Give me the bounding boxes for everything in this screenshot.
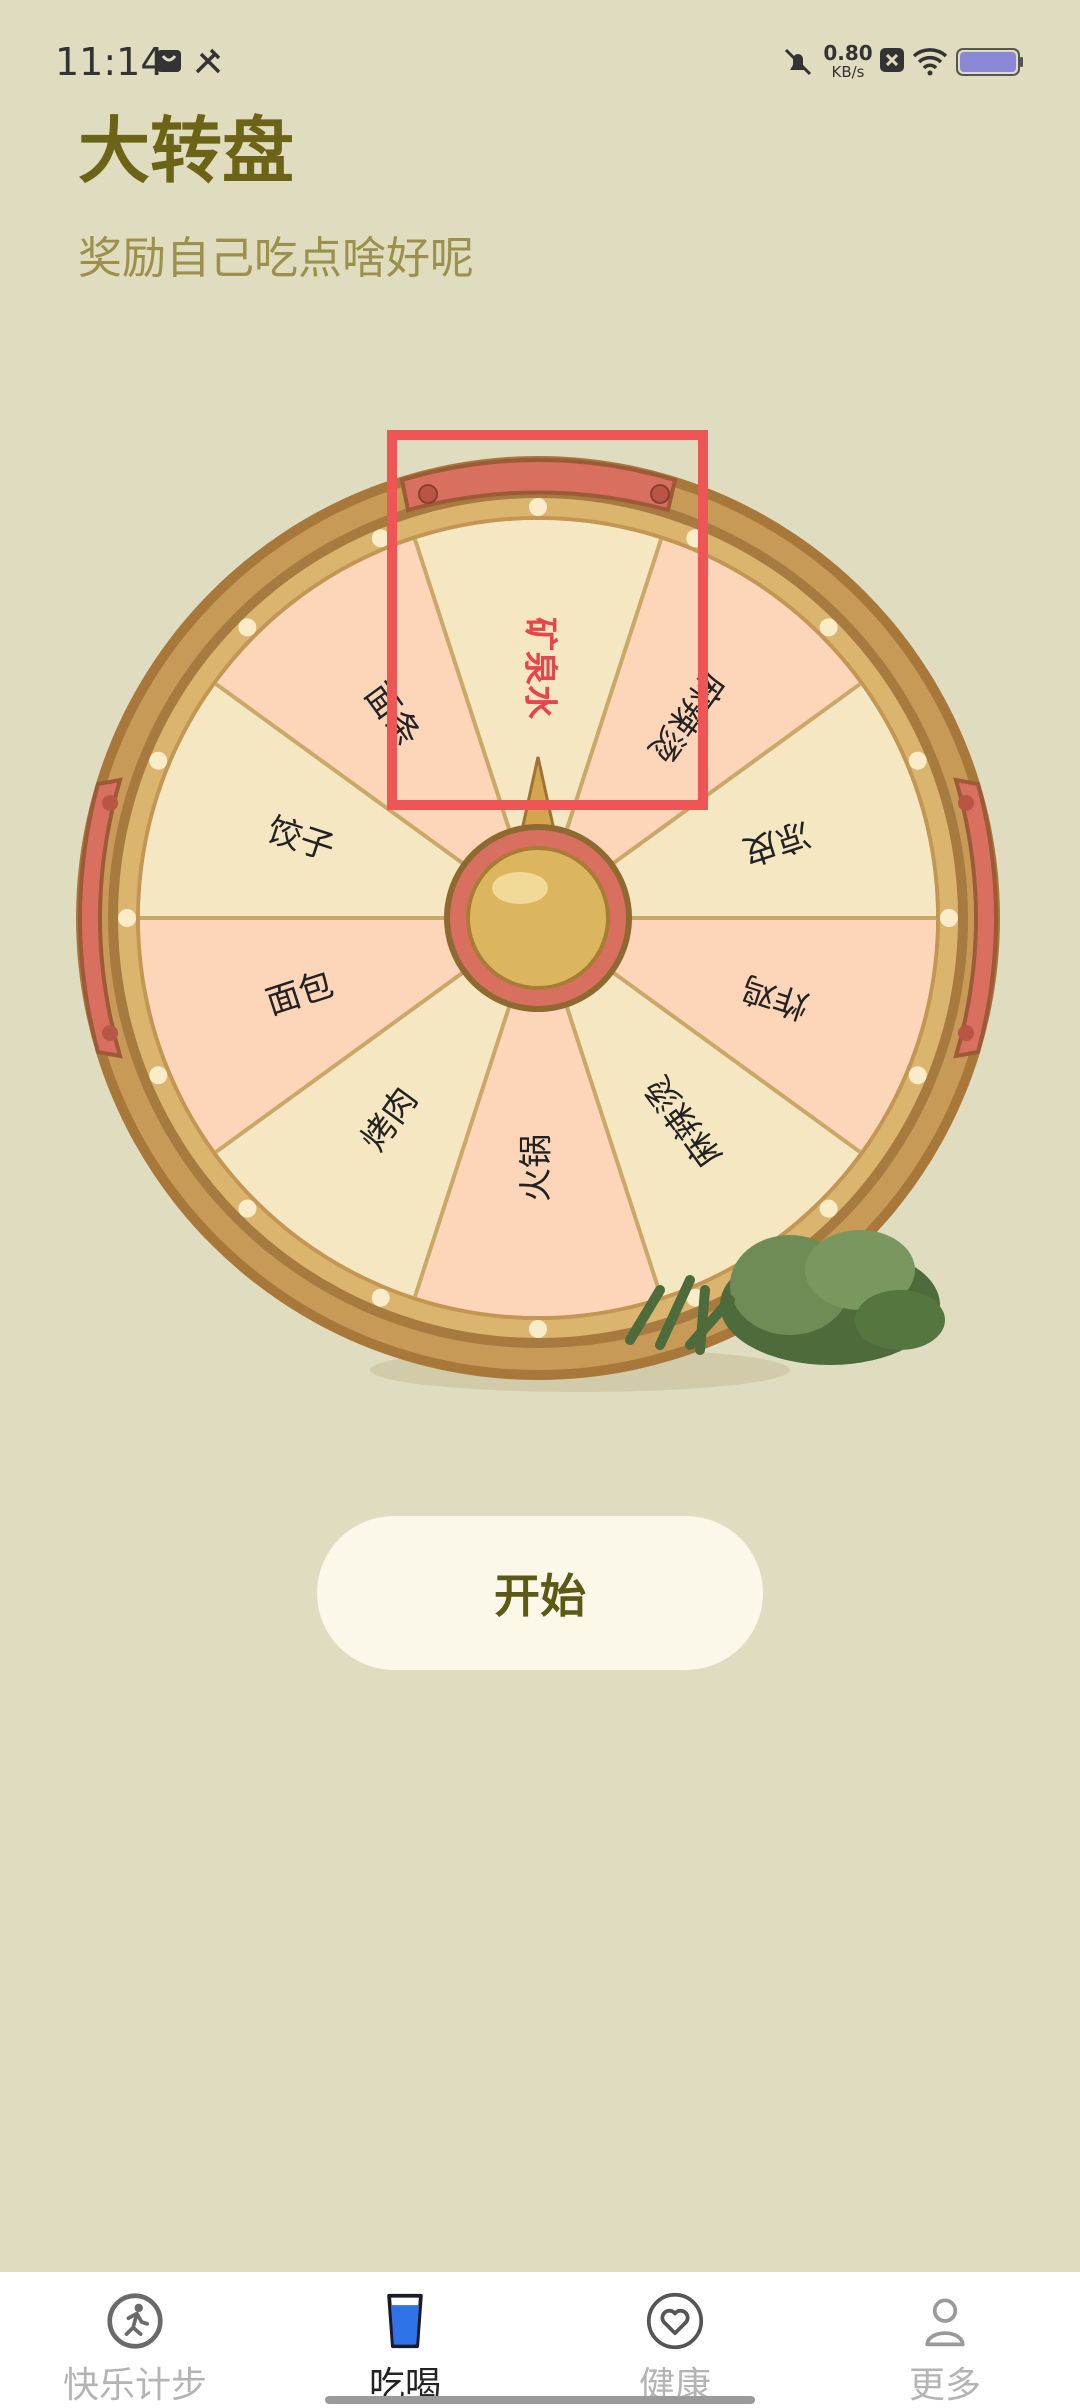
tab-eat-drink[interactable]: 吃喝 (270, 2272, 540, 2408)
wheel-graphic: 矿泉水 麻辣烫凉皮炸鸡麻辣烫火锅烤肉面包饺子面条 (76, 430, 1000, 1392)
rim-light (529, 1320, 547, 1338)
battery-icon (956, 48, 1023, 76)
heart-icon (646, 2292, 704, 2350)
network-speed: 0.80 KB/s (823, 41, 873, 81)
start-button[interactable]: 开始 (317, 1516, 763, 1670)
page-subtitle: 奖励自己吃点啥好呢 (78, 233, 474, 284)
tools-icon (195, 48, 221, 74)
rim-light (118, 909, 136, 927)
rim-light (819, 618, 838, 637)
running-person-icon (107, 2293, 163, 2349)
wheel-segment-label: 矿泉水 (520, 617, 560, 720)
rim-light (940, 909, 958, 927)
tab-step-counter[interactable]: 快乐计步 (0, 2272, 270, 2408)
rim-light (149, 1066, 168, 1085)
rim-light (908, 1066, 927, 1085)
home-indicator (325, 2396, 755, 2404)
wifi-icon (912, 48, 948, 76)
page-title: 大转盘 (78, 109, 295, 193)
status-time: 11:14 (55, 40, 165, 84)
tab-label: 更多 (908, 2365, 981, 2406)
mute-bell-icon (784, 48, 812, 76)
shopping-bag-icon (157, 50, 181, 72)
rim-light (908, 751, 927, 770)
drink-cup-icon (387, 2293, 423, 2349)
rim-light (149, 751, 168, 770)
tab-more[interactable]: 更多 (810, 2272, 1080, 2408)
rim-light (238, 1199, 257, 1218)
tab-health[interactable]: 健康 (540, 2272, 810, 2408)
user-icon (925, 2298, 965, 2347)
sim-disabled-icon (880, 48, 904, 72)
rim-light (819, 1199, 838, 1218)
prize-wheel[interactable]: 矿泉水 麻辣烫 凉皮 炸鸡 麻辣烫 火锅 烤肉 面包 饺子 面条 (60, 410, 1020, 1410)
rim-light (238, 618, 257, 637)
tab-label: 快乐计步 (62, 2365, 207, 2406)
bottom-tab-bar: 快乐计步 吃喝 健康 更多 (0, 2272, 1080, 2408)
rim-light (371, 1288, 390, 1307)
rim-light (529, 498, 547, 516)
wheel-segment-label: 火锅 (517, 1134, 557, 1202)
